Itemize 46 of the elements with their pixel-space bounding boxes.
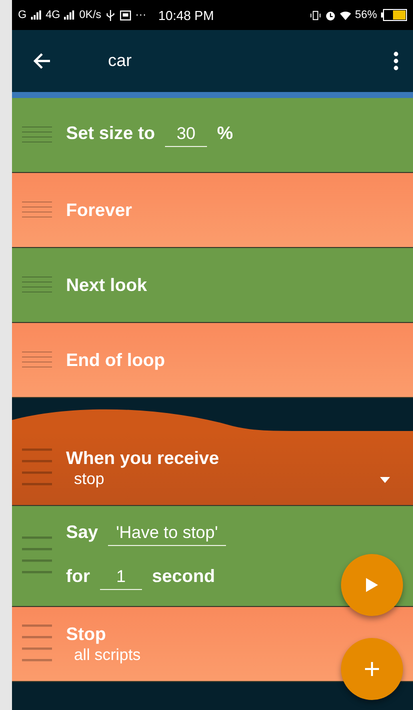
more-label: ··· xyxy=(135,9,146,21)
battery-label: 56% xyxy=(354,9,377,21)
drag-handle-icon[interactable] xyxy=(22,275,52,295)
drag-handle-icon[interactable] xyxy=(22,350,52,370)
battery-icon xyxy=(381,9,407,21)
screen-title: car xyxy=(108,51,133,71)
block-label: Stop xyxy=(66,624,106,644)
alarm-icon xyxy=(324,10,336,20)
network-label: 4G xyxy=(46,9,60,21)
block-label: % xyxy=(217,123,234,144)
plus-icon xyxy=(365,662,379,676)
speed-label: 0K/s xyxy=(79,9,102,21)
network-label: G xyxy=(18,9,27,21)
option-value[interactable]: all scripts xyxy=(66,646,141,664)
input-field[interactable]: 30 xyxy=(165,124,208,147)
drag-handle-icon[interactable] xyxy=(22,200,52,220)
block-label: Forever xyxy=(66,200,132,220)
vibrate-icon xyxy=(310,10,321,20)
block-label: Say xyxy=(66,522,98,543)
input-field[interactable]: 'Have to stop' xyxy=(108,523,226,546)
message-icon xyxy=(120,10,132,20)
block-label: second xyxy=(152,566,216,587)
script-block[interactable]: Say 'Have to stop' for 1 second xyxy=(12,506,413,607)
script-block[interactable]: When you receive stop xyxy=(12,431,413,506)
caret-icon xyxy=(380,476,390,482)
drag-handle-icon[interactable] xyxy=(22,125,52,145)
block-label: Next look xyxy=(66,274,148,296)
script-block[interactable]: Next look xyxy=(12,248,413,323)
block-label: for xyxy=(66,566,90,587)
block-label: End of loop xyxy=(66,350,165,370)
block-label: Set size to xyxy=(66,123,156,144)
back-arrow-icon[interactable] xyxy=(32,51,52,71)
input-field[interactable]: 1 xyxy=(100,567,142,590)
signal-icon xyxy=(30,10,42,20)
script-block[interactable]: Set size to 30 % xyxy=(12,98,413,173)
wifi-icon xyxy=(340,10,351,20)
more-options-icon[interactable] xyxy=(393,51,399,71)
signal-icon xyxy=(64,10,76,20)
block-label: When you receive xyxy=(66,448,220,468)
play-icon xyxy=(365,578,379,592)
usb-icon xyxy=(105,10,116,20)
script-block[interactable]: End of loop xyxy=(12,323,413,398)
message-dropdown[interactable]: stop xyxy=(66,470,390,488)
clock: 10:48 PM xyxy=(158,8,214,22)
script-block[interactable]: Forever xyxy=(12,173,413,248)
script-block[interactable]: Stop all scripts xyxy=(12,607,413,682)
